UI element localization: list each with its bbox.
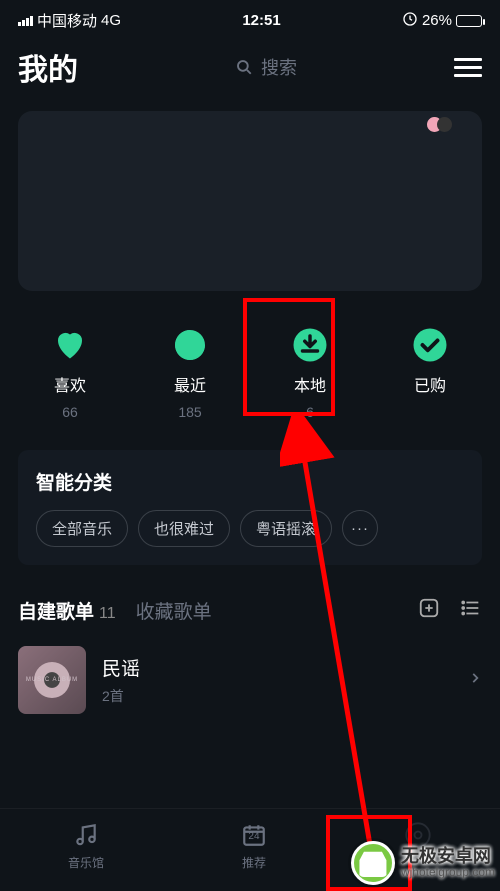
menu-button[interactable] [454, 58, 482, 77]
tab-label: 自建歌单 [18, 597, 94, 624]
playlist-tabs: 自建歌单 11 收藏歌单 [0, 565, 500, 636]
header: 我的 搜索 [0, 35, 500, 103]
download-icon [291, 326, 329, 364]
chevron-right-icon [468, 671, 482, 690]
stat-purchased[interactable]: 已购 [411, 326, 449, 420]
tab-fav-playlists[interactable]: 收藏歌单 [136, 597, 212, 624]
smart-category-card: 智能分类 全部音乐 也很难过 粤语摇滚 ··· [18, 450, 482, 565]
stat-recent[interactable]: 最近 185 [171, 326, 209, 420]
heart-icon [51, 326, 89, 364]
stat-label: 最近 [174, 372, 206, 396]
add-playlist-button[interactable] [418, 597, 440, 624]
stat-label: 本地 [294, 372, 326, 396]
search-icon [235, 58, 253, 76]
bottom-nav: 音乐馆 24 推荐 [0, 808, 500, 889]
battery-percent: 26% [422, 12, 452, 29]
category-pill[interactable]: 粤语摇滚 [240, 510, 332, 547]
signal-icon [18, 16, 33, 26]
tab-self-playlists[interactable]: 自建歌单 11 [18, 597, 116, 624]
page-title: 我的 [18, 45, 78, 89]
manage-playlists-button[interactable] [460, 597, 482, 624]
playlist-name: 民谣 [102, 654, 452, 681]
playlist-meta: 2首 [102, 686, 452, 706]
playlist-cover [18, 646, 86, 714]
clock-time: 12:51 [242, 12, 280, 29]
music-note-icon [72, 821, 100, 849]
nav-recommend[interactable]: 24 推荐 [240, 821, 268, 871]
calendar-badge: 24 [240, 831, 268, 842]
stats-row: 喜欢 66 最近 185 本地 6 已购 [0, 301, 500, 450]
search-placeholder: 搜索 [261, 54, 297, 80]
tab-label: 收藏歌单 [136, 597, 212, 624]
rotation-lock-icon [402, 11, 418, 31]
stat-count: 185 [178, 404, 201, 420]
stat-local[interactable]: 本地 6 [291, 326, 329, 420]
network-type: 4G [101, 12, 121, 29]
check-circle-icon [411, 326, 449, 364]
disc-icon [404, 821, 432, 849]
nav-label: 推荐 [242, 854, 266, 871]
stat-label: 喜欢 [54, 372, 86, 396]
clock-pie-icon [171, 326, 209, 364]
more-categories-button[interactable]: ··· [342, 510, 378, 546]
category-pill[interactable]: 全部音乐 [36, 510, 128, 547]
stat-liked[interactable]: 喜欢 66 [51, 326, 89, 420]
status-bar: 中国移动 4G 12:51 26% [0, 0, 500, 35]
category-pill[interactable]: 也很难过 [138, 510, 230, 547]
playlist-item[interactable]: 民谣 2首 [0, 636, 500, 724]
stat-label: 已购 [414, 372, 446, 396]
nav-label: 音乐馆 [68, 854, 104, 871]
avatar-cluster [427, 117, 452, 132]
search-input[interactable]: 搜索 [96, 47, 436, 87]
tab-count: 11 [99, 605, 116, 623]
battery-icon [456, 15, 482, 27]
profile-banner[interactable] [18, 111, 482, 291]
carrier-name: 中国移动 [37, 10, 97, 31]
smart-category-title: 智能分类 [36, 468, 464, 495]
nav-center[interactable] [404, 821, 432, 871]
stat-count: 6 [306, 404, 314, 420]
nav-music-hall[interactable]: 音乐馆 [68, 821, 104, 871]
stat-count: 66 [62, 404, 78, 420]
calendar-icon: 24 [240, 821, 268, 849]
